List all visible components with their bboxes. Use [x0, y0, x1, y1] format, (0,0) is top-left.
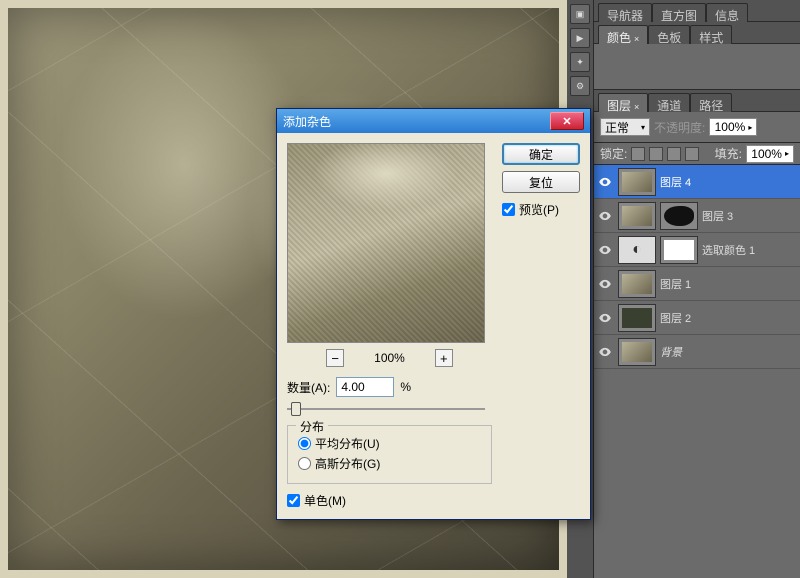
tab-histogram[interactable]: 直方图 [652, 3, 706, 22]
layers-list: 图层 4 图层 3 选取颜色 1 图层 1 [594, 165, 800, 578]
fill-input[interactable]: 100%▸ [746, 145, 794, 163]
tab-styles[interactable]: 样式 [690, 25, 732, 44]
layer-name[interactable]: 图层 2 [660, 310, 691, 326]
panel-stack: 导航器 直方图 信息 颜色× 色板 样式 图层× 通道 路径 正常 不透明度: … [594, 0, 800, 578]
reset-button[interactable]: 复位 [502, 171, 580, 193]
monochrome-checkbox[interactable]: 单色(M) [287, 492, 492, 509]
navigator-tabset: 导航器 直方图 信息 [594, 0, 800, 22]
dock-icon-4[interactable]: ⚙ [570, 76, 590, 96]
layer-mask-thumb [660, 202, 698, 230]
layer-thumb [618, 304, 656, 332]
layer-row[interactable]: 图层 2 [594, 301, 800, 335]
visibility-icon[interactable] [596, 241, 614, 259]
color-tabset: 颜色× 色板 样式 [594, 22, 800, 44]
lock-all-icon[interactable] [685, 147, 699, 161]
opacity-input[interactable]: 100%▸ [709, 118, 757, 136]
layer-name[interactable]: 图层 1 [660, 276, 691, 292]
amount-unit: % [400, 380, 411, 394]
layer-row[interactable]: 图层 1 [594, 267, 800, 301]
lock-transparency-icon[interactable] [631, 147, 645, 161]
tab-color[interactable]: 颜色× [598, 25, 648, 44]
layer-thumb [618, 338, 656, 366]
zoom-level: 100% [374, 351, 405, 365]
layer-mask-thumb [660, 236, 698, 264]
right-dock: ▣ ▶ ✦ ⚙ 导航器 直方图 信息 颜色× 色板 样式 图层× 通道 路径 正… [567, 0, 800, 578]
dock-icon-2[interactable]: ▶ [570, 28, 590, 48]
visibility-icon[interactable] [596, 343, 614, 361]
slider-handle[interactable] [291, 402, 301, 416]
add-noise-dialog: 添加杂色 ✕ − 100% + 数量(A): % 分布 平均分布(U) 高斯分布… [276, 108, 591, 520]
layer-row[interactable]: 图层 3 [594, 199, 800, 233]
dialog-title: 添加杂色 [283, 113, 550, 130]
lock-pixels-icon[interactable] [649, 147, 663, 161]
gaussian-radio[interactable]: 高斯分布(G) [298, 455, 481, 472]
opacity-label: 不透明度: [654, 119, 705, 136]
uniform-radio[interactable]: 平均分布(U) [298, 435, 481, 452]
amount-slider[interactable] [287, 401, 485, 417]
lock-position-icon[interactable] [667, 147, 681, 161]
dock-icon-3[interactable]: ✦ [570, 52, 590, 72]
adjustment-thumb [618, 236, 656, 264]
tab-paths[interactable]: 路径 [690, 93, 732, 112]
zoom-in-button[interactable]: + [435, 349, 453, 367]
tab-layers[interactable]: 图层× [598, 93, 648, 112]
layer-name[interactable]: 选取颜色 1 [702, 242, 755, 258]
lock-label: 锁定: [600, 145, 627, 162]
close-icon[interactable]: ✕ [550, 112, 584, 130]
preview-checkbox[interactable]: 预览(P) [502, 201, 580, 218]
amount-input[interactable] [336, 377, 394, 397]
noise-preview[interactable] [287, 143, 485, 343]
visibility-icon[interactable] [596, 309, 614, 327]
tab-info[interactable]: 信息 [706, 3, 748, 22]
dialog-titlebar[interactable]: 添加杂色 ✕ [277, 109, 590, 133]
lock-row: 锁定: 填充: 100%▸ [594, 143, 800, 165]
blend-mode-select[interactable]: 正常 [600, 118, 650, 136]
layer-options-row: 正常 不透明度: 100%▸ [594, 112, 800, 143]
visibility-icon[interactable] [596, 275, 614, 293]
layer-thumb [618, 270, 656, 298]
color-panel-body [594, 44, 800, 90]
tab-navigator[interactable]: 导航器 [598, 3, 652, 22]
zoom-out-button[interactable]: − [326, 349, 344, 367]
layer-thumb [618, 168, 656, 196]
layer-row[interactable]: 选取颜色 1 [594, 233, 800, 267]
distribution-label: 分布 [296, 418, 328, 435]
layer-name[interactable]: 图层 4 [660, 174, 691, 190]
layer-name[interactable]: 图层 3 [702, 208, 733, 224]
fill-label: 填充: [715, 145, 742, 162]
visibility-icon[interactable] [596, 207, 614, 225]
layer-row[interactable]: 图层 4 [594, 165, 800, 199]
layer-name[interactable]: 背景 [660, 344, 682, 360]
layer-row[interactable]: 背景 [594, 335, 800, 369]
layer-thumb [618, 202, 656, 230]
tab-swatches[interactable]: 色板 [648, 25, 690, 44]
visibility-icon[interactable] [596, 173, 614, 191]
ok-button[interactable]: 确定 [502, 143, 580, 165]
tab-channels[interactable]: 通道 [648, 93, 690, 112]
layers-tabset: 图层× 通道 路径 [594, 90, 800, 112]
distribution-group: 分布 平均分布(U) 高斯分布(G) [287, 425, 492, 484]
dock-icon-1[interactable]: ▣ [570, 4, 590, 24]
amount-label: 数量(A): [287, 379, 330, 396]
